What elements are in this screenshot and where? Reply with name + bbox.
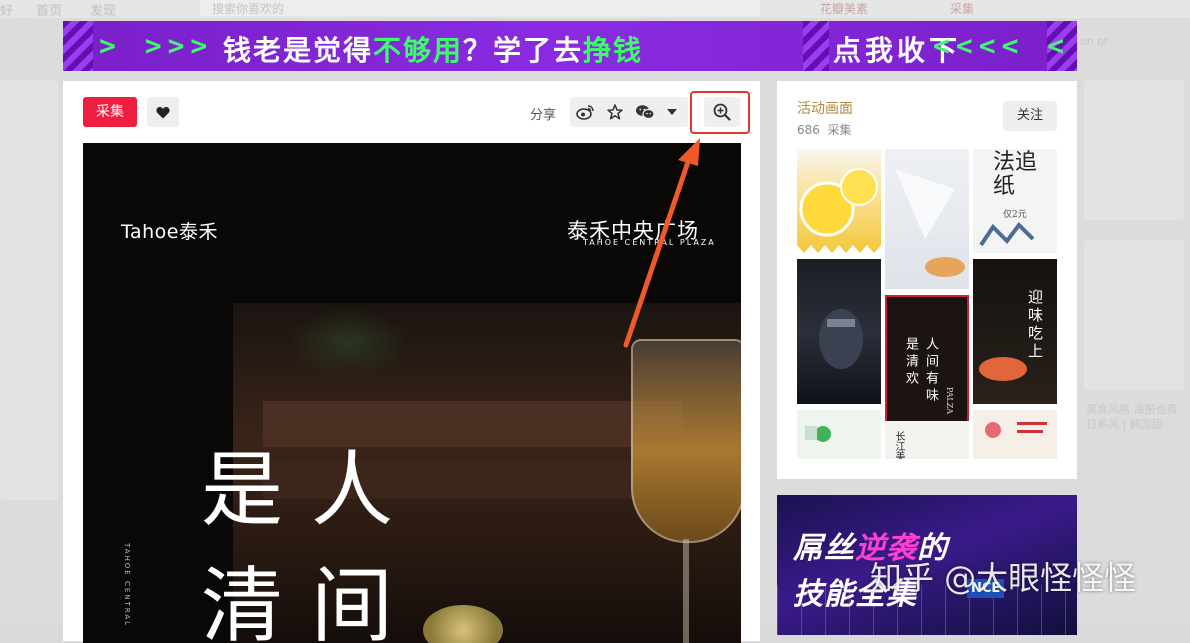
board-thumbnail[interactable]: [797, 410, 881, 459]
board-thumbnail[interactable]: [885, 149, 969, 289]
poster-headline: 是人 清间: [201, 433, 421, 643]
promo-banner[interactable]: > >>> 钱老是觉得不够用？学了去挣钱 点我收下 <<<< <: [63, 21, 1077, 71]
banner-stripes: [63, 21, 93, 71]
flower-image: [985, 422, 1047, 438]
zoom-in-button[interactable]: [704, 97, 740, 127]
slogan-part-highlight: 挣钱: [583, 34, 644, 67]
bg-search-text: 搜索你喜欢的: [212, 2, 285, 16]
wechat-icon: [636, 105, 655, 120]
board-thumbnail[interactable]: 长江美: [885, 421, 969, 459]
bg-nav-1: 好: [0, 4, 14, 19]
poster-vertical-text: TAHOE CENTRAL: [123, 543, 131, 628]
board-count-number: 686: [797, 123, 820, 137]
zoom-in-icon: [713, 103, 731, 121]
slogan-part: ？学了去: [463, 34, 584, 67]
share-wechat-button[interactable]: [630, 97, 660, 127]
caret-down-icon: [667, 109, 677, 115]
bg-side-text: on of: [1080, 35, 1108, 48]
banner-stripes: [803, 21, 829, 71]
board-thumbnail[interactable]: [797, 149, 881, 253]
banner-arrows-right: <<<< <: [933, 29, 1071, 62]
board-thumbnail[interactable]: 迎味吃上: [973, 259, 1057, 404]
share-weibo-button[interactable]: [570, 97, 600, 127]
thumb-text: 是清欢: [903, 337, 918, 388]
lemon-image: [797, 168, 881, 253]
slogan-part: 钱老是觉得: [223, 34, 374, 67]
share-more-dropdown[interactable]: [660, 97, 684, 127]
bg-nav-2: 首页: [36, 4, 63, 19]
glass-bowl: [631, 339, 741, 543]
thumb-text: 长江美: [893, 431, 904, 459]
bg-side-text: 日系风 | 韩国版: [1086, 418, 1163, 431]
fish-dish-image: [979, 357, 1027, 381]
board-thumbnails: 人间有味 是清欢 PALZA 长江美 法追纸 仅2元 迎味吃上: [797, 149, 1057, 459]
board-thumbnail[interactable]: [973, 410, 1057, 459]
banner-slogan: 钱老是觉得不够用？学了去挣钱: [223, 29, 643, 69]
watermark: 知乎 @大眼怪怪怪: [870, 559, 1137, 597]
poster-brand-left: Tahoe泰禾: [121, 221, 218, 243]
thumb-text: 人间有味: [923, 337, 938, 405]
paper-fold-image: [979, 221, 1035, 247]
bg-card: [1084, 240, 1184, 390]
bg-right-top-2: 采集: [950, 2, 975, 16]
green-dot-image: [805, 426, 831, 442]
slogan-part-highlight: 不够用: [373, 34, 464, 67]
background-topbar: 好 首页 发现 搜索你喜欢的 花瓣美素 采集: [0, 0, 1190, 19]
bg-side-text: 美食风格 海报也有: [1086, 403, 1178, 416]
follow-button[interactable]: 关注: [1003, 101, 1057, 131]
board-title[interactable]: 活动画面: [797, 98, 853, 118]
bg-nav-3: 发现: [90, 4, 117, 19]
board-pin-count: 686 采集: [797, 121, 852, 138]
board-thumbnail[interactable]: 法追纸 仅2元: [973, 149, 1057, 253]
board-card: 活动画面 686 采集 关注 人间有味 是清欢 PALZA 长江美 法追纸 仅2…: [777, 81, 1077, 479]
poster-wine-glass: [631, 339, 741, 643]
like-button[interactable]: [147, 97, 179, 127]
board-thumbnail[interactable]: [797, 259, 881, 404]
pin-image[interactable]: Tahoe泰禾 泰禾中央广场 TAHOE CENTRAL PLAZA 是人 清间…: [83, 143, 741, 643]
poster-headline-line: 是人: [201, 443, 422, 538]
plate-image: [895, 169, 965, 277]
glass-stem: [683, 539, 689, 643]
bg-card: [1084, 80, 1184, 220]
share-group: [570, 97, 688, 127]
poster-headline-line: 清间: [201, 559, 422, 643]
ad-headline-part: 屌丝: [793, 531, 855, 566]
thumb-text: PALZA: [945, 387, 954, 415]
board-count-label: 采集: [827, 123, 852, 137]
poster-plant: [288, 308, 408, 378]
bg-card: [0, 80, 58, 500]
bg-search-box: 搜索你喜欢的: [200, 0, 760, 16]
bartender-image: [819, 309, 863, 369]
weibo-icon: [576, 105, 594, 120]
collect-button[interactable]: 采集: [83, 97, 137, 127]
pin-detail-card: 采集 分享 Tahoe泰禾 泰禾中央广场 TAHOE CENTRAL PLAZA…: [63, 81, 760, 643]
star-icon: [607, 104, 623, 120]
share-label: 分享: [530, 108, 557, 123]
bg-right-top-1: 花瓣美素: [820, 2, 869, 16]
poster-brand-right-sub: TAHOE CENTRAL PLAZA: [583, 238, 716, 247]
banner-arrows-left: > >>>: [99, 29, 214, 62]
heart-icon: [156, 106, 170, 118]
share-qzone-button[interactable]: [600, 97, 630, 127]
